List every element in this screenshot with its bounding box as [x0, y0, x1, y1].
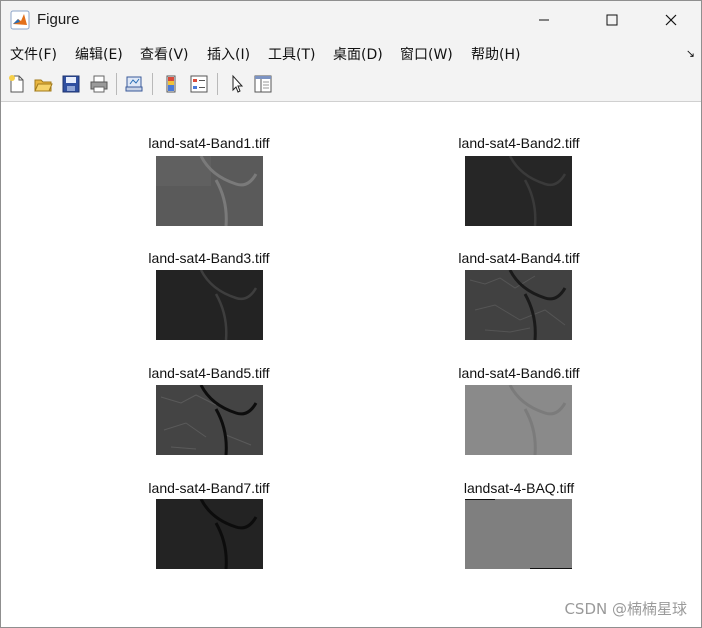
subplot-title-baq: landsat-4-BAQ.tiff [463, 480, 575, 496]
toolbar-separator [152, 73, 153, 95]
toolbar-separator [116, 73, 117, 95]
property-editor-icon [254, 75, 272, 93]
satellite-image-band3 [156, 270, 263, 340]
satellite-image-band7 [156, 499, 263, 569]
menubar-overflow-icon[interactable]: ↘ [686, 47, 695, 60]
legend-icon [190, 75, 208, 93]
open-file-button[interactable] [31, 72, 55, 96]
colorbar-icon [166, 75, 176, 93]
pointer-icon [232, 74, 244, 93]
print-button[interactable] [87, 72, 111, 96]
link-plot-icon [125, 76, 143, 92]
figure-canvas[interactable]: land-sat4-Band1.tiff land-sat4-Band2.tif… [1, 102, 701, 627]
subplot-title-band7: land-sat4-Band7.tiff [148, 480, 270, 496]
new-figure-icon [9, 75, 24, 93]
subplot-title-band5: land-sat4-Band5.tiff [148, 365, 270, 381]
menu-insert[interactable]: 插入(I) [207, 44, 250, 64]
window-title: Figure [37, 11, 80, 28]
satellite-image-band6 [465, 385, 572, 455]
legend-button[interactable] [187, 72, 211, 96]
menu-help[interactable]: 帮助(H) [471, 44, 520, 64]
subplot-title-band4: land-sat4-Band4.tiff [458, 250, 580, 266]
menu-desktop[interactable]: 桌面(D) [333, 44, 383, 64]
satellite-image-band2 [465, 156, 572, 226]
satellite-image-band5 [156, 385, 263, 455]
subplot-title-band3: land-sat4-Band3.tiff [148, 250, 270, 266]
subplot-title-band1: land-sat4-Band1.tiff [148, 135, 270, 151]
open-file-icon [34, 79, 53, 92]
close-icon [665, 14, 677, 26]
new-figure-button[interactable] [5, 72, 29, 96]
minimize-button[interactable] [521, 1, 567, 39]
satellite-image-baq [465, 499, 572, 569]
satellite-image-band1 [156, 156, 263, 226]
matlab-logo-icon [10, 10, 30, 30]
subplot-title-band2: land-sat4-Band2.tiff [458, 135, 580, 151]
menu-view[interactable]: 查看(V) [140, 44, 189, 64]
menu-file[interactable]: 文件(F) [10, 44, 57, 64]
satellite-image-band4 [465, 270, 572, 340]
watermark: CSDN @楠楠星球 [564, 600, 687, 618]
link-plot-button[interactable] [122, 72, 146, 96]
maximize-icon [606, 14, 618, 26]
toolbar [1, 67, 701, 102]
property-editor-button[interactable] [251, 72, 275, 96]
toolbar-separator [217, 73, 218, 95]
menu-bar: 文件(F) 编辑(E) 查看(V) 插入(I) 工具(T) 桌面(D) 窗口(W… [1, 39, 701, 67]
subplot-title-band6: land-sat4-Band6.tiff [458, 365, 580, 381]
colorbar-button[interactable] [159, 72, 183, 96]
menu-tools[interactable]: 工具(T) [268, 44, 315, 64]
save-icon [62, 75, 80, 93]
close-button[interactable] [648, 1, 694, 39]
title-bar[interactable]: Figure [1, 1, 701, 39]
figure-window: Figure 文件(F) 编辑(E) 查看(V) 插入(I) 工具(T) 桌面(… [0, 0, 702, 628]
menu-edit[interactable]: 编辑(E) [75, 44, 123, 64]
pointer-button[interactable] [225, 72, 249, 96]
minimize-icon [539, 19, 549, 21]
menu-window[interactable]: 窗口(W) [400, 44, 453, 64]
print-icon [90, 75, 108, 93]
maximize-button[interactable] [589, 1, 635, 39]
save-button[interactable] [59, 72, 83, 96]
